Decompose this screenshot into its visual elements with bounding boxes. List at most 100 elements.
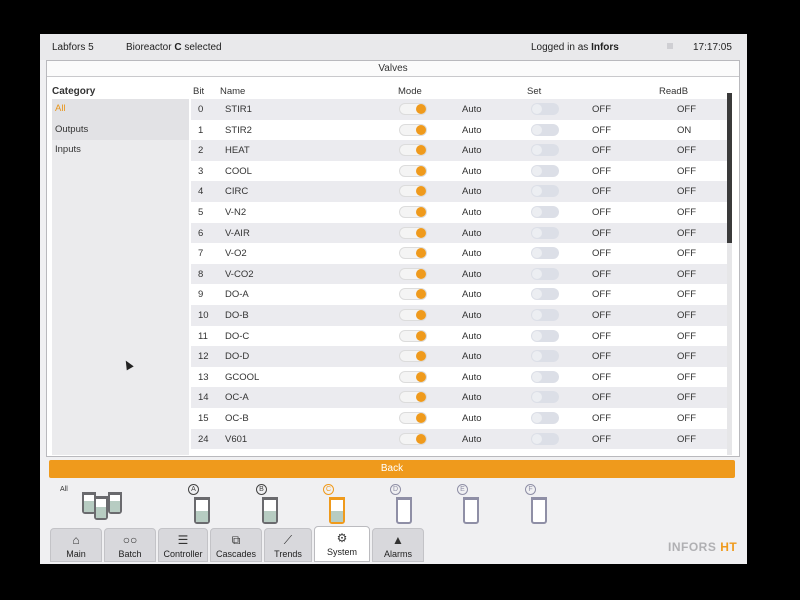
toggle-knob [532, 392, 542, 403]
table-row: 7 V-O2 Auto OFF OFF [191, 243, 731, 264]
table-row: 5 V-N2 Auto OFF OFF [191, 201, 731, 223]
set-toggle[interactable] [531, 247, 559, 260]
tab-controller[interactable]: ☰ Controller [158, 528, 208, 562]
table-row: 13 GCOOL Auto OFF OFF [191, 366, 731, 388]
set-toggle[interactable] [531, 123, 559, 136]
mode-toggle[interactable] [399, 391, 427, 404]
category-inputs[interactable]: Inputs [52, 140, 189, 161]
tab-trends[interactable]: ⟋ Trends [264, 528, 312, 562]
mode-toggle[interactable] [399, 205, 427, 218]
vessel-icon [531, 497, 547, 524]
mode-toggle[interactable] [399, 267, 427, 280]
tab-system[interactable]: ⚙ System [314, 526, 370, 562]
toggle-knob [416, 330, 426, 341]
mode-value: Auto [462, 309, 482, 321]
column-header-mode: Mode [398, 86, 422, 97]
tab-label: Main [66, 549, 86, 559]
reactor-letter: B [256, 484, 267, 495]
mode-toggle[interactable] [399, 185, 427, 198]
name-cell: DO-D [225, 351, 250, 363]
name-cell: STIR2 [225, 124, 252, 136]
mode-toggle[interactable] [399, 144, 427, 157]
mode-toggle[interactable] [399, 123, 427, 136]
login-status: Logged in as Infors [531, 42, 619, 53]
set-toggle[interactable] [531, 185, 559, 198]
reactor-c-button[interactable]: C [323, 482, 353, 528]
name-cell: DO-B [225, 309, 249, 321]
name-cell: V-AIR [225, 227, 250, 239]
vessel-icon [94, 496, 108, 520]
mode-toggle[interactable] [399, 164, 427, 177]
reactor-e-button[interactable]: E [457, 482, 487, 528]
name-cell: DO-C [225, 330, 250, 342]
table-row: 4 CIRC Auto OFF OFF [191, 181, 731, 202]
all-reactors-button[interactable] [80, 482, 122, 528]
set-toggle[interactable] [531, 205, 559, 218]
set-toggle[interactable] [531, 288, 559, 301]
toggle-knob [416, 289, 426, 300]
set-toggle[interactable] [531, 164, 559, 177]
gear-icon: ⚙ [336, 531, 348, 545]
bit-cell: 11 [198, 330, 208, 342]
mode-toggle[interactable] [399, 411, 427, 424]
panel-title: Valves [47, 61, 739, 77]
reactor-f-button[interactable]: F [525, 482, 555, 528]
reactor-b-button[interactable]: B [256, 482, 286, 528]
set-toggle[interactable] [531, 411, 559, 424]
set-toggle[interactable] [531, 226, 559, 239]
mode-value: Auto [462, 104, 482, 115]
mode-toggle[interactable] [399, 308, 427, 321]
toggle-knob [532, 248, 542, 259]
vessel-icon [262, 497, 278, 524]
set-toggle[interactable] [531, 370, 559, 383]
column-header-set: Set [527, 86, 542, 97]
category-list: All Outputs Inputs [52, 99, 189, 455]
readback-value: OFF [677, 206, 696, 218]
table-scrollbar[interactable] [727, 93, 732, 455]
set-toggle[interactable] [531, 103, 559, 115]
category-all[interactable]: All [52, 99, 189, 120]
back-button[interactable]: Back [49, 460, 735, 478]
tab-batch[interactable]: ○○ Batch [104, 528, 156, 562]
table-row: 14 OC-A Auto OFF OFF [191, 387, 731, 408]
table-row: 2 HEAT Auto OFF OFF [191, 140, 731, 161]
tab-cascades[interactable]: ⧉ Cascades [210, 528, 262, 562]
reactor-a-button[interactable]: A [188, 482, 218, 528]
tab-label: Alarms [383, 549, 412, 559]
mode-value: Auto [462, 248, 482, 260]
vessel-icon [108, 492, 122, 514]
set-value: OFF [592, 227, 611, 239]
vessel-icon [463, 497, 479, 524]
mode-toggle[interactable] [399, 288, 427, 301]
mode-toggle[interactable] [399, 350, 427, 363]
toggle-knob [532, 371, 542, 382]
vessel-icon [194, 497, 210, 524]
reactor-d-button[interactable]: D [390, 482, 420, 528]
mode-toggle[interactable] [399, 226, 427, 239]
category-outputs[interactable]: Outputs [52, 119, 189, 140]
mode-toggle[interactable] [399, 329, 427, 342]
set-value: OFF [592, 330, 611, 342]
toggle-knob [416, 351, 426, 362]
app-name: Labfors 5 [52, 42, 94, 53]
mode-toggle[interactable] [399, 247, 427, 260]
mode-toggle[interactable] [399, 370, 427, 383]
set-toggle[interactable] [531, 350, 559, 363]
scrollbar-thumb[interactable] [727, 93, 732, 243]
readback-value: OFF [677, 268, 696, 280]
set-toggle[interactable] [531, 432, 559, 445]
readback-value: OFF [677, 186, 696, 198]
set-toggle[interactable] [531, 391, 559, 404]
bit-cell: 2 [198, 145, 204, 157]
set-toggle[interactable] [531, 308, 559, 321]
mode-value: Auto [462, 206, 482, 218]
set-toggle[interactable] [531, 329, 559, 342]
bit-cell: 3 [198, 165, 204, 177]
set-toggle[interactable] [531, 267, 559, 280]
table-row: 8 V-CO2 Auto OFF OFF [191, 263, 731, 285]
mode-toggle[interactable] [399, 432, 427, 445]
tab-main[interactable]: ⌂ Main [50, 528, 102, 562]
mode-toggle[interactable] [399, 103, 427, 115]
tab-alarms[interactable]: ▲ Alarms [372, 528, 424, 562]
set-toggle[interactable] [531, 144, 559, 157]
